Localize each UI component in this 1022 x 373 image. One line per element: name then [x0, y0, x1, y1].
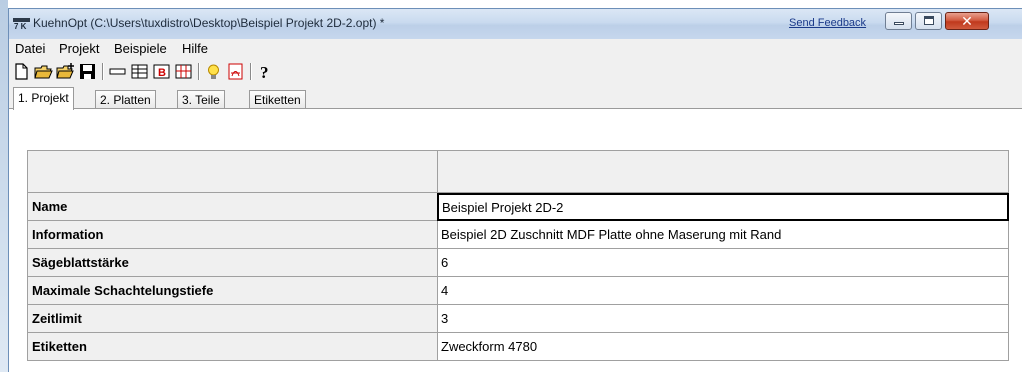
property-value-information[interactable]: Beispiel 2D Zuschnitt MDF Platte ohne Ma…	[437, 221, 1009, 249]
grid-header-key	[27, 150, 437, 193]
table-row: Maximale Schachtelungstiefe 4	[27, 277, 1009, 305]
tab-projekt[interactable]: 1. Projekt	[13, 87, 74, 110]
property-key: Sägeblattstärke	[27, 249, 437, 277]
table-row: Name Beispiel Projekt 2D-2	[27, 193, 1009, 221]
property-value-etiketten[interactable]: Zweckform 4780	[437, 333, 1009, 361]
open-folder-add-icon[interactable]	[56, 62, 75, 81]
menu-datei[interactable]: Datei	[15, 41, 45, 56]
maximize-icon	[924, 16, 934, 25]
table-row: Information Beispiel 2D Zuschnitt MDF Pl…	[27, 221, 1009, 249]
open-folder-icon[interactable]	[34, 62, 53, 81]
close-icon: ✕	[961, 13, 973, 29]
table-row: Zeitlimit 3	[27, 305, 1009, 333]
app-icon-label: 7 K	[14, 22, 27, 31]
minimize-icon	[894, 22, 904, 25]
property-key: Etiketten	[27, 333, 437, 361]
save-icon[interactable]	[78, 62, 97, 81]
b-report-icon[interactable]: B	[152, 62, 171, 81]
property-value-saegeblattstaerke[interactable]: 6	[437, 249, 1009, 277]
maximize-button[interactable]	[915, 12, 942, 30]
tab-etiketten[interactable]: Etiketten	[249, 90, 306, 109]
menu-projekt[interactable]: Projekt	[59, 41, 99, 56]
property-value-zeitlimit[interactable]: 3	[437, 305, 1009, 333]
tab-content-projekt: Name Beispiel Projekt 2D-2 Information B…	[9, 108, 1022, 373]
tab-strip: 1. Projekt 2. Platten 3. Teile Etiketten	[9, 85, 1022, 110]
menu-hilfe[interactable]: Hilfe	[182, 41, 208, 56]
property-value-name[interactable]: Beispiel Projekt 2D-2	[437, 193, 1009, 221]
property-key: Maximale Schachtelungstiefe	[27, 277, 437, 305]
pdf-icon[interactable]	[226, 62, 245, 81]
app-window: 7 K KuehnOpt (C:\Users\tuxdistro\Desktop…	[8, 8, 1022, 373]
menu-beispiele[interactable]: Beispiele	[114, 41, 167, 56]
title-bar[interactable]: 7 K KuehnOpt (C:\Users\tuxdistro\Desktop…	[9, 9, 1022, 39]
grid-icon[interactable]	[174, 62, 193, 81]
minimize-button[interactable]	[885, 12, 912, 30]
menu-bar: Datei Projekt Beispiele Hilfe	[9, 39, 1022, 59]
property-key: Name	[27, 193, 437, 221]
table-icon[interactable]	[130, 62, 149, 81]
toolbar: B ?	[9, 59, 1022, 85]
desktop-background	[0, 0, 8, 372]
property-key: Information	[27, 221, 437, 249]
svg-text:B: B	[158, 67, 166, 79]
property-value-schachtelungstiefe[interactable]: 4	[437, 277, 1009, 305]
tab-teile[interactable]: 3. Teile	[177, 90, 225, 109]
grid-header-row	[27, 150, 1009, 193]
property-key: Zeitlimit	[27, 305, 437, 333]
lightbulb-icon[interactable]	[204, 62, 223, 81]
line-icon[interactable]	[108, 62, 127, 81]
send-feedback-link[interactable]: Send Feedback	[789, 17, 866, 29]
new-file-icon[interactable]	[12, 62, 31, 81]
window-title: KuehnOpt (C:\Users\tuxdistro\Desktop\Bei…	[33, 16, 385, 30]
help-icon[interactable]: ?	[256, 62, 275, 82]
tab-platten[interactable]: 2. Platten	[95, 90, 156, 109]
grid-header-value	[437, 150, 1009, 193]
table-row: Sägeblattstärke 6	[27, 249, 1009, 277]
close-button[interactable]: ✕	[945, 12, 989, 30]
help-glyph: ?	[260, 63, 269, 81]
table-row: Etiketten Zweckform 4780	[27, 333, 1009, 361]
app-icon: 7 K	[13, 18, 30, 31]
